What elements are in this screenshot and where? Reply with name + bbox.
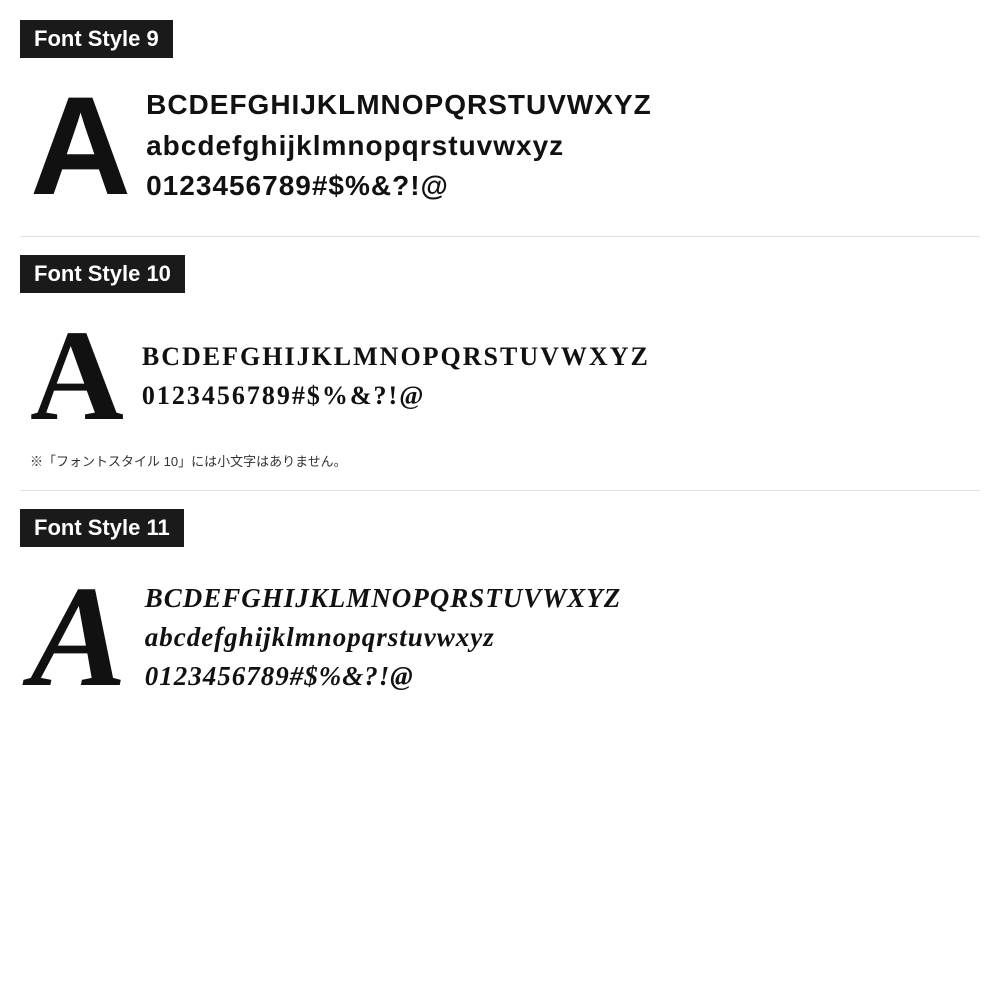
divider-1 bbox=[20, 236, 980, 237]
font-style-11-section: Font Style 11 A BCDEFGHIJKLMNOPQRSTUVWXY… bbox=[20, 509, 980, 710]
font-style-11-big-letter: A bbox=[30, 565, 127, 710]
font-style-11-line-1: BCDEFGHIJKLMNOPQRSTUVWXYZ bbox=[145, 579, 622, 618]
font-style-11-line-2: abcdefghijklmnopqrstuvwxyz bbox=[145, 618, 622, 657]
font-style-10-big-letter: A bbox=[30, 311, 124, 441]
divider-2 bbox=[20, 490, 980, 491]
font-style-9-line-3: 0123456789#$%&?!@ bbox=[146, 166, 652, 207]
font-style-9-label: Font Style 9 bbox=[20, 20, 173, 58]
font-style-10-note: ※「フォントスタイル 10」には小文字はありません。 bbox=[20, 451, 980, 470]
font-style-9-line-1: BCDEFGHIJKLMNOPQRSTUVWXYZ bbox=[146, 85, 652, 126]
font-style-10-demo: A BCDEFGHIJKLMNOPQRSTUVWXYZ 0123456789#$… bbox=[20, 311, 980, 441]
font-style-10-line-2: 0123456789#$%&?!@ bbox=[142, 376, 650, 415]
font-style-9-big-letter: A bbox=[30, 76, 128, 216]
font-style-10-chars: BCDEFGHIJKLMNOPQRSTUVWXYZ 0123456789#$%&… bbox=[142, 337, 650, 415]
font-style-10-label: Font Style 10 bbox=[20, 255, 185, 293]
font-style-11-demo: A BCDEFGHIJKLMNOPQRSTUVWXYZ abcdefghijkl… bbox=[20, 565, 980, 710]
font-style-9-chars: BCDEFGHIJKLMNOPQRSTUVWXYZ abcdefghijklmn… bbox=[146, 85, 652, 207]
font-style-9-demo: A BCDEFGHIJKLMNOPQRSTUVWXYZ abcdefghijkl… bbox=[20, 76, 980, 216]
font-style-11-chars: BCDEFGHIJKLMNOPQRSTUVWXYZ abcdefghijklmn… bbox=[145, 579, 622, 696]
font-style-9-section: Font Style 9 A BCDEFGHIJKLMNOPQRSTUVWXYZ… bbox=[20, 20, 980, 216]
font-style-10-section: Font Style 10 A BCDEFGHIJKLMNOPQRSTUVWXY… bbox=[20, 255, 980, 470]
font-style-9-line-2: abcdefghijklmnopqrstuvwxyz bbox=[146, 126, 652, 167]
page-container: Font Style 9 A BCDEFGHIJKLMNOPQRSTUVWXYZ… bbox=[0, 0, 1000, 1000]
font-style-10-line-1: BCDEFGHIJKLMNOPQRSTUVWXYZ bbox=[142, 337, 650, 376]
font-style-11-line-3: 0123456789#$%&?!@ bbox=[145, 657, 622, 696]
font-style-11-label: Font Style 11 bbox=[20, 509, 184, 547]
